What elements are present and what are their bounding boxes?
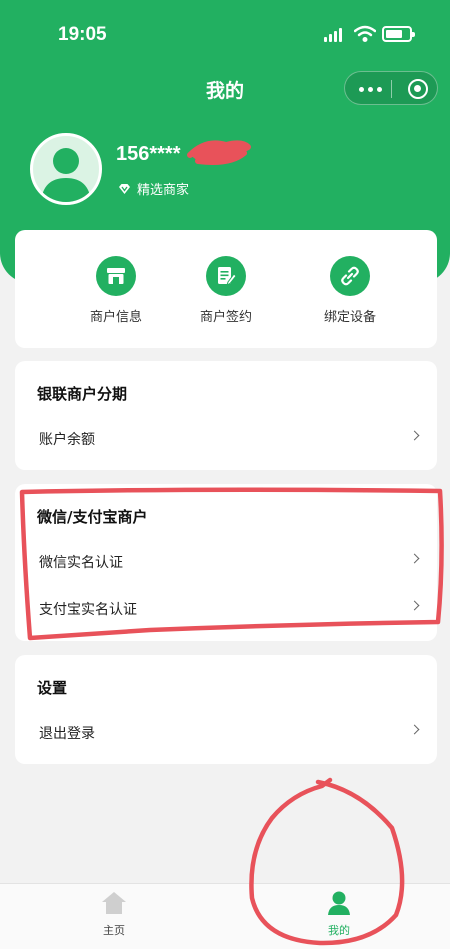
profile-icon	[328, 891, 350, 915]
phone-number: 156****	[116, 143, 181, 165]
row-label: 微信实名认证	[39, 555, 123, 571]
quick-action-label: 商户信息	[89, 310, 142, 325]
more-dots-icon[interactable]	[359, 87, 382, 92]
row-wechat-verification[interactable]: 微信实名认证	[15, 546, 437, 576]
miniprogram-target-icon[interactable]	[408, 79, 428, 99]
section-title: 设置	[37, 679, 68, 697]
status-bar: 19:05	[0, 22, 450, 50]
tab-bar: 主页 我的	[0, 883, 450, 949]
row-label: 退出登录	[39, 726, 95, 742]
quick-action-label: 商户签约	[199, 310, 252, 325]
tab-label: 我的	[328, 924, 350, 937]
quick-actions-card: 商户信息 商户签约 绑定设备	[15, 230, 437, 348]
quick-action-label: 绑定设备	[323, 310, 376, 325]
diamond-icon	[119, 183, 130, 194]
tab-label: 主页	[103, 924, 125, 937]
row-alipay-verification[interactable]: 支付宝实名认证	[15, 593, 437, 623]
row-label: 支付宝实名认证	[39, 602, 137, 618]
redaction-scribble	[187, 140, 251, 165]
status-time: 19:05	[58, 24, 107, 45]
merchant-tag-label: 精选商家	[137, 183, 190, 198]
quick-action-merchant-contract[interactable]: 商户签约	[166, 256, 286, 325]
unionpay-section-card: 银联商户分期 账户余额	[15, 361, 437, 470]
user-silhouette-icon	[41, 148, 91, 202]
avatar[interactable]	[30, 133, 102, 205]
merchant-tag: 精选商家	[118, 179, 189, 198]
storefront-icon	[96, 256, 136, 296]
miniprogram-capsule	[344, 71, 438, 105]
chevron-right-icon	[409, 600, 420, 611]
cellular-signal-icon	[324, 28, 342, 42]
settings-section-card: 设置 退出登录	[15, 655, 437, 764]
row-label: 账户余额	[39, 432, 95, 448]
row-logout[interactable]: 退出登录	[15, 717, 437, 747]
chevron-right-icon	[409, 430, 420, 441]
home-icon	[102, 892, 126, 914]
tab-profile[interactable]: 我的	[279, 890, 399, 938]
wechat-alipay-section-card: 微信/支付宝商户 微信实名认证 支付宝实名认证	[15, 484, 437, 641]
quick-action-bind-device[interactable]: 绑定设备	[290, 256, 410, 325]
row-account-balance[interactable]: 账户余额	[15, 423, 437, 453]
quick-action-merchant-info[interactable]: 商户信息	[56, 256, 176, 325]
contract-icon	[206, 256, 246, 296]
link-icon	[330, 256, 370, 296]
section-title: 银联商户分期	[37, 385, 128, 403]
tab-home[interactable]: 主页	[54, 890, 174, 938]
chevron-right-icon	[409, 553, 420, 564]
section-title: 微信/支付宝商户	[37, 508, 148, 526]
wifi-icon	[354, 25, 376, 42]
chevron-right-icon	[409, 724, 420, 735]
battery-icon	[382, 26, 415, 42]
